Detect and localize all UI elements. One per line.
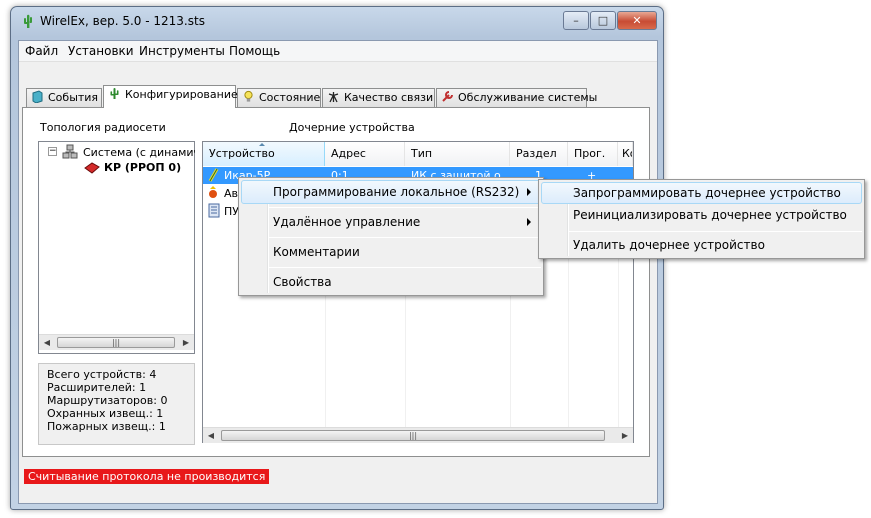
menu-item-reinit-child[interactable]: Реинициализировать дочернее устройство (573, 208, 847, 222)
stat-routers: Маршрутизаторов: 0 (47, 394, 168, 407)
scroll-right-icon[interactable]: ▶ (178, 335, 194, 351)
menu-file[interactable]: Файл (25, 44, 58, 58)
menu-separator (269, 267, 541, 268)
system-network-icon (62, 144, 78, 160)
scroll-left-icon[interactable]: ◀ (39, 335, 55, 351)
maximize-button[interactable]: □ (590, 11, 616, 30)
menu-item-remote-control[interactable]: Удалённое управление (273, 215, 420, 229)
stats-panel: Всего устройств: 4 Расширителей: 1 Маршр… (38, 363, 195, 445)
tab-events[interactable]: События (26, 88, 102, 107)
tab-state[interactable]: Состояние (237, 88, 321, 107)
menu-item-delete-child[interactable]: Удалить дочернее устройство (573, 238, 765, 252)
tree-hscrollbar[interactable]: ◀ ||| ▶ (39, 334, 194, 350)
list-hscrollbar[interactable]: ◀ ||| ▶ (203, 427, 633, 443)
scroll-thumb[interactable]: ||| (57, 337, 175, 348)
app-cactus-icon (20, 13, 36, 29)
menu-separator (269, 207, 541, 208)
menu-item-program-child[interactable]: Запрограммировать дочернее устройство (573, 186, 841, 200)
cactus-icon (108, 87, 121, 100)
scroll-thumb[interactable]: ||| (221, 430, 605, 441)
column-section[interactable]: Раздел (510, 142, 568, 166)
minimize-button[interactable]: – (563, 11, 589, 30)
antenna-icon (327, 90, 340, 103)
scroll-right-icon[interactable]: ▶ (617, 428, 633, 444)
tab-link-quality-label: Качество связи (344, 91, 434, 104)
scroll-left-icon[interactable]: ◀ (203, 428, 219, 444)
window-title: WirelEx, вер. 5.0 - 1213.sts (40, 14, 205, 28)
column-address[interactable]: Адрес (325, 142, 405, 166)
column-prog[interactable]: Прог. (568, 142, 618, 166)
stat-fire: Пожарных извещ.: 1 (47, 420, 166, 433)
tree-root-item[interactable]: Система (с динамичес (83, 146, 195, 159)
tab-state-label: Состояние (259, 91, 321, 104)
status-message: Считывание протокола не производится (24, 469, 270, 484)
close-button[interactable]: ✕ (617, 11, 657, 30)
menu-item-comments[interactable]: Комментарии (273, 245, 360, 259)
menu-tools[interactable]: Инструменты (139, 44, 225, 58)
column-extra[interactable]: Ко (618, 142, 633, 166)
menu-item-local-programming[interactable]: Программирование локальное (RS232) (273, 185, 519, 199)
tab-system-service-label: Обслуживание системы (458, 91, 598, 104)
stat-total: Всего устройств: 4 (47, 368, 157, 381)
column-type[interactable]: Тип (405, 142, 510, 166)
menu-separator (269, 237, 541, 238)
controller-red-icon (84, 161, 100, 175)
keypad-icon (207, 203, 221, 218)
lightbulb-icon (242, 90, 255, 103)
devices-title: Дочерние устройства (289, 121, 415, 134)
menu-help[interactable]: Помощь (229, 44, 280, 58)
book-icon (31, 90, 44, 104)
tab-system-service[interactable]: Обслуживание системы (436, 88, 597, 107)
tab-configuration[interactable]: Конфигурирование (103, 85, 238, 108)
stat-security: Охранных извещ.: 1 (47, 407, 164, 420)
tree-collapse-toggle[interactable]: − (48, 147, 57, 156)
tab-configuration-label: Конфигурирование (125, 88, 238, 101)
sensor-icon (207, 168, 221, 183)
submenu-arrow-icon (527, 188, 531, 196)
tab-link-quality[interactable]: Качество связи (322, 88, 435, 107)
cell-device[interactable]: ПУ (224, 203, 239, 220)
wrench-icon (441, 90, 454, 103)
tree-child-item[interactable]: КР (РРОП 0) (104, 161, 181, 174)
cell-device[interactable]: Ав (224, 185, 238, 202)
menu-settings[interactable]: Установки (68, 44, 134, 58)
stat-extenders: Расширителей: 1 (47, 381, 147, 394)
menu-item-properties[interactable]: Свойства (273, 275, 332, 289)
topology-title: Топология радиосети (40, 121, 166, 134)
tab-events-label: События (48, 91, 99, 104)
menu-separator (569, 231, 862, 232)
siren-icon (207, 185, 221, 200)
sort-ascending-icon (259, 143, 265, 146)
submenu-arrow-icon (527, 218, 531, 226)
